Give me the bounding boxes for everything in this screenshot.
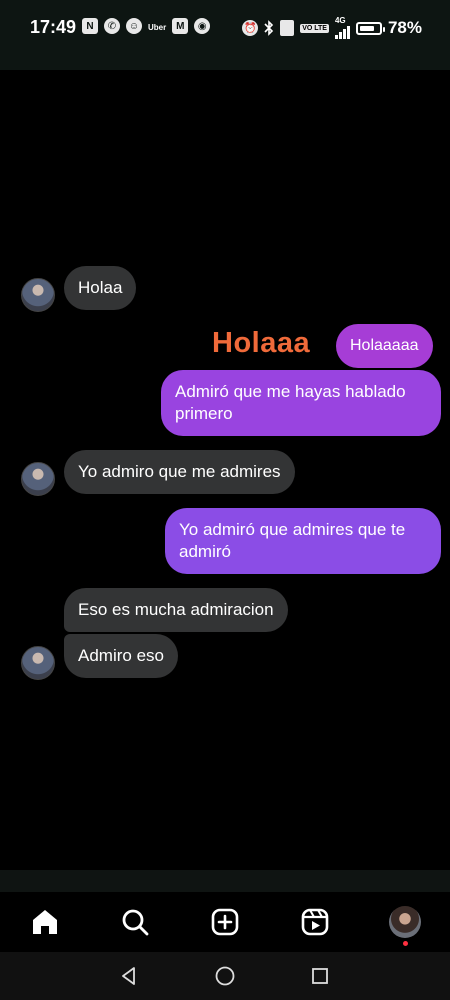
search-icon xyxy=(122,909,149,936)
message-bubble-incoming[interactable]: Yo admiro que me admires xyxy=(64,450,295,494)
chat-thread[interactable]: Holaa Holaaa Holaaaaa Admiró que me haya… xyxy=(0,70,450,870)
battery-percentage: 78% xyxy=(387,18,422,37)
volte-icon: VO LTE xyxy=(300,23,329,33)
search-button[interactable] xyxy=(117,904,153,940)
home-icon xyxy=(33,910,57,934)
message-bubble-incoming[interactable]: Admiro eso xyxy=(64,634,178,678)
sender-avatar[interactable] xyxy=(21,462,55,496)
reels-button[interactable] xyxy=(297,904,333,940)
bottom-navigation xyxy=(0,892,450,952)
status-time: 17:49 xyxy=(30,17,77,37)
sender-avatar[interactable] xyxy=(21,646,55,680)
bluetooth-icon xyxy=(264,20,274,36)
back-icon xyxy=(122,967,135,985)
message-bubble-incoming[interactable]: Holaa xyxy=(64,266,137,310)
reels-icon xyxy=(301,908,329,936)
chrome-icon: ◉ xyxy=(194,18,211,34)
message-bubble-outgoing[interactable]: Admiró que me hayas hablado primero xyxy=(161,370,441,436)
input-area-divider xyxy=(0,870,450,892)
message-bubble-outgoing[interactable]: Yo admiró que admires que te admiró xyxy=(165,508,441,574)
ghost-icon: ☺ xyxy=(126,18,142,34)
back-button[interactable] xyxy=(117,964,141,988)
message-bubble-incoming[interactable]: Eso es mucha admiracion xyxy=(64,588,288,632)
alarm-icon: ⏰ xyxy=(242,20,259,36)
home-button[interactable] xyxy=(27,904,63,940)
signal-icon xyxy=(334,25,350,39)
system-navigation-bar xyxy=(0,952,450,1000)
create-icon xyxy=(211,908,239,936)
sender-avatar[interactable] xyxy=(21,278,55,312)
recents-button[interactable] xyxy=(308,964,332,988)
home-system-button[interactable] xyxy=(213,964,237,988)
notification-icons: N ✆ ☺ Uber M ◉ xyxy=(82,18,211,34)
uber-icon: Uber xyxy=(148,22,167,32)
sticker-text[interactable]: Holaaa xyxy=(212,327,310,360)
notification-dot xyxy=(403,941,408,946)
status-bar: 17:49 N ✆ ☺ Uber M ◉ ⏰ VO LTE 4G 78% xyxy=(0,0,450,70)
recents-icon xyxy=(312,968,328,984)
home-circle-icon xyxy=(215,966,235,986)
nfc-icon: N xyxy=(82,18,98,34)
message-bubble-outgoing[interactable]: Holaaaaa xyxy=(336,324,433,368)
create-button[interactable] xyxy=(207,904,243,940)
whatsapp-icon: ✆ xyxy=(104,18,120,34)
vibrate-icon xyxy=(280,20,295,36)
network-type: 4G xyxy=(334,16,346,25)
battery-icon xyxy=(355,21,385,35)
system-status-icons: ⏰ VO LTE 4G 78% xyxy=(242,17,422,39)
gmail-icon: M xyxy=(172,18,189,34)
profile-avatar[interactable] xyxy=(389,906,421,938)
